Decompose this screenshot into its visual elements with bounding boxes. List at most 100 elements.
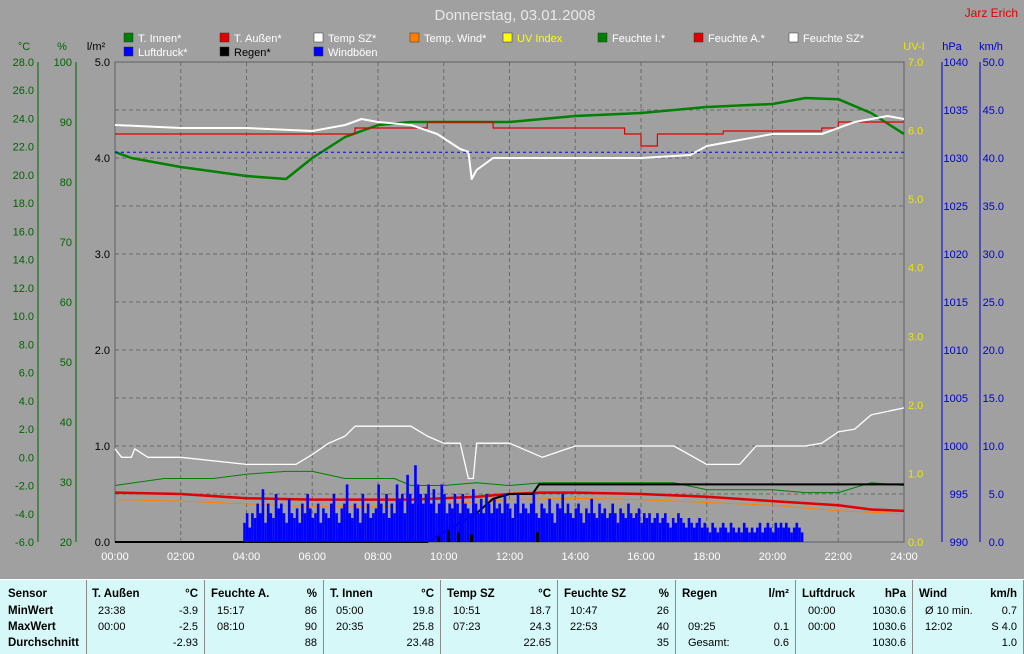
legend-label: Feuchte SZ* — [803, 33, 865, 45]
wind-gust-bar — [348, 513, 352, 542]
stats-column: Feuchte SZ% 10:47 26 22:53 40 35 — [558, 580, 676, 654]
tick-label-percent: 80 — [60, 177, 72, 189]
wind-gust-bar — [330, 503, 333, 542]
wind-gust-bar — [585, 508, 588, 542]
wind-gust-bar — [711, 522, 714, 542]
stats-cell-time: 00:00 — [808, 621, 836, 633]
wind-gust-bar — [464, 503, 467, 542]
wind-gust-bar — [443, 494, 446, 542]
wind-gust-bar — [642, 513, 646, 542]
stats-cell-time: 00:00 — [808, 605, 836, 617]
legend-swatch — [597, 32, 608, 43]
wind-gust-bar — [527, 513, 530, 542]
wind-gust-bar — [574, 508, 578, 542]
wind-gust-bar — [287, 498, 291, 542]
stats-cell-value: 0.6 — [773, 637, 789, 649]
wind-gust-bar — [653, 518, 657, 542]
stats-cell-value: 40 — [656, 621, 669, 633]
wind-gust-bar — [285, 522, 288, 542]
wind-gust-bar — [319, 522, 323, 542]
tick-label-celsius: 10.0 — [13, 311, 34, 323]
tick-label-celsius: 12.0 — [13, 283, 34, 295]
wind-gust-bar — [729, 522, 733, 542]
tick-label-uv: 1.0 — [908, 468, 923, 480]
wind-gust-bar — [556, 503, 559, 542]
wind-gust-bar — [487, 503, 491, 542]
stats-cell-time: 08:10 — [217, 621, 245, 633]
wind-gust-bar — [595, 518, 599, 542]
wind-gust-bar — [280, 503, 283, 542]
wind-gust-bar — [506, 503, 509, 542]
tick-label-wind: 40.0 — [983, 153, 1004, 165]
stats-cell-value: 26 — [656, 605, 669, 617]
wind-gust-bar — [290, 513, 294, 542]
wind-gust-bar — [766, 522, 770, 542]
wind-gust-bar — [403, 513, 407, 542]
tick-label-rain: 1.0 — [95, 441, 110, 453]
tick-label-celsius: 16.0 — [13, 226, 34, 238]
wind-gust-bar — [477, 513, 480, 542]
wind-gust-bar — [379, 503, 383, 542]
legend-label: Luftdruck* — [138, 47, 188, 59]
wind-gust-bar — [695, 522, 699, 542]
wind-gust-bar — [792, 527, 796, 542]
stats-cell-time: 00:00 — [98, 621, 126, 633]
row-label-min: MinWert — [8, 605, 54, 617]
axis-unit-pressure: hPa — [942, 41, 962, 53]
stats-cell-value: 19.8 — [412, 605, 434, 617]
x-tick-label: 16:00 — [627, 551, 655, 563]
x-tick-label: 20:00 — [759, 551, 787, 563]
wind-gust-bar — [298, 522, 302, 542]
wind-gust-bar — [687, 518, 691, 542]
legend-swatch — [409, 32, 420, 43]
wind-gust-bar — [611, 503, 615, 542]
legend-label: T. Außen* — [234, 33, 282, 45]
wind-gust-bar — [356, 508, 359, 542]
tick-label-uv: 3.0 — [908, 331, 923, 343]
stats-column: Feuchte A.% 15:17 86 08:10 90 88 — [205, 580, 324, 654]
legend-label: Temp. Wind* — [424, 33, 487, 45]
stats-cell-value: 1.0 — [1001, 637, 1017, 649]
stats-cell-time: 12:02 — [925, 621, 953, 633]
stats-column-unit: hPa — [884, 588, 906, 600]
tick-label-rain: 0.0 — [95, 537, 110, 549]
stats-cell-value: S 4.0 — [991, 621, 1017, 633]
x-tick-label: 14:00 — [561, 551, 589, 563]
wind-gust-bar — [256, 503, 259, 542]
wind-gust-bar — [351, 518, 354, 542]
wind-gust-bar — [550, 513, 554, 542]
wind-gust-bar — [698, 518, 701, 542]
wind-gust-bar — [635, 513, 638, 542]
wind-gust-bar — [324, 513, 328, 542]
wind-gust-bar — [482, 513, 486, 542]
tick-label-uv: 7.0 — [908, 57, 923, 69]
tick-label-wind: 0.0 — [989, 537, 1004, 549]
wind-gust-bar — [514, 503, 517, 542]
wind-gust-bar — [353, 503, 357, 542]
wind-gust-bar — [561, 494, 565, 542]
row-label-sensor: Sensor — [8, 588, 47, 600]
x-tick-label: 00:00 — [101, 551, 129, 563]
tick-label-percent: 70 — [60, 237, 72, 249]
wind-gust-bar — [372, 513, 375, 542]
wind-gust-bar — [774, 522, 778, 542]
wind-gust-bar — [327, 518, 330, 542]
tick-label-rain: 5.0 — [95, 57, 110, 69]
wind-gust-bar — [598, 503, 601, 542]
stats-cell-value: 0.1 — [773, 621, 789, 633]
wind-gust-bar — [569, 513, 572, 542]
stats-column-unit: % — [658, 588, 669, 600]
stats-cell-value: -3.9 — [179, 605, 198, 617]
tick-label-pressure: 1005 — [944, 393, 968, 405]
wind-gust-bar — [440, 484, 444, 542]
tick-label-pressure: 1025 — [944, 201, 968, 213]
wind-gust-bar — [713, 527, 717, 542]
legend-label: T. Innen* — [138, 33, 182, 45]
wind-gust-bar — [258, 513, 262, 542]
stats-column: T. Innen °C 05:00 19.8 20:35 25.8 23.48 — [324, 580, 441, 654]
wind-gust-bar — [272, 518, 275, 542]
wind-gust-bar — [629, 513, 633, 542]
tick-label-wind: 50.0 — [983, 57, 1004, 69]
rain-bar — [456, 532, 460, 542]
wind-gust-bar — [590, 498, 593, 542]
